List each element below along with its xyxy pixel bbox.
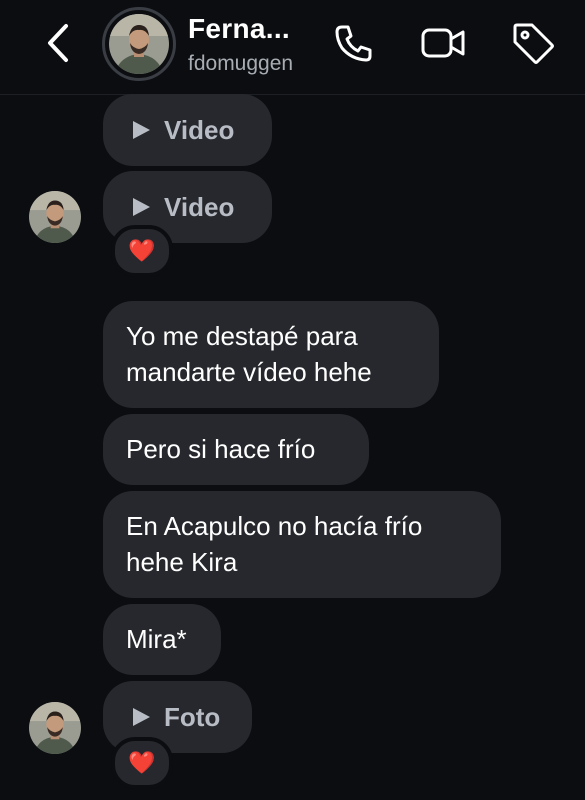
chevron-left-icon	[48, 24, 68, 62]
text-message[interactable]: En Acapulco no hacía frío hehe Kira	[103, 491, 501, 598]
photo-label: Foto	[164, 701, 221, 732]
contact-name[interactable]: Ferna...	[188, 13, 290, 45]
contact-avatar[interactable]	[102, 7, 176, 81]
video-message[interactable]: Video	[103, 94, 272, 166]
play-icon	[133, 121, 150, 139]
message-text: Yo me destapé para mandarte vídeo hehe	[126, 321, 372, 387]
contact-username[interactable]: fdomuggen	[188, 52, 293, 76]
sender-avatar[interactable]	[29, 702, 81, 754]
tag-icon	[513, 23, 554, 64]
heart-icon: ❤️	[128, 750, 156, 775]
chat-header: Ferna... fdomuggen	[0, 0, 585, 95]
audio-call-button[interactable]	[329, 18, 379, 68]
message-text: En Acapulco no hacía frío hehe Kira	[126, 511, 423, 577]
message-text: Mira*	[126, 624, 187, 654]
text-message[interactable]: Pero si hace frío	[103, 414, 369, 485]
tag-button[interactable]	[508, 18, 558, 68]
heart-reaction[interactable]: ❤️	[111, 225, 173, 277]
video-call-button[interactable]	[419, 18, 469, 68]
text-message[interactable]: Yo me destapé para mandarte vídeo hehe	[103, 301, 439, 408]
video-camera-icon	[421, 28, 465, 58]
play-icon	[133, 198, 150, 216]
phone-icon	[335, 25, 372, 62]
video-label: Video	[164, 114, 235, 145]
sender-avatar[interactable]	[29, 191, 81, 243]
text-message[interactable]: Mira*	[103, 604, 221, 675]
play-icon	[133, 708, 150, 726]
back-button[interactable]	[40, 20, 80, 66]
heart-icon: ❤️	[128, 238, 156, 263]
heart-reaction[interactable]: ❤️	[111, 737, 173, 789]
message-text: Pero si hace frío	[126, 434, 316, 464]
video-label: Video	[164, 191, 235, 222]
